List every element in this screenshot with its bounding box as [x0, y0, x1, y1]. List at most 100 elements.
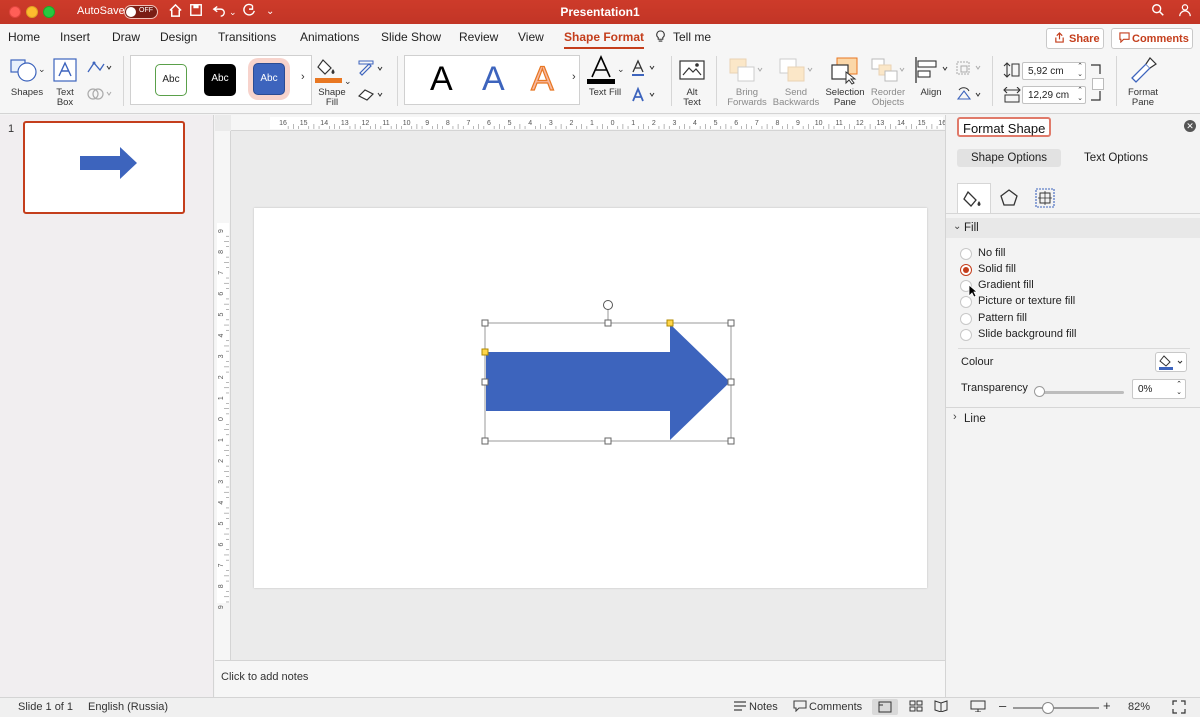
shape-width-input[interactable]: 12,29 cm ⌃ ⌄ — [1022, 86, 1086, 104]
tab-shape-format[interactable]: Shape Format — [564, 30, 645, 49]
zoom-slider-knob[interactable] — [1042, 702, 1054, 714]
slide-canvas[interactable] — [254, 208, 927, 588]
notes-toggle[interactable]: Notes — [749, 701, 778, 713]
height-stepper-icon[interactable]: ⌃ ⌄ — [1077, 63, 1083, 79]
resize-handle-mr[interactable] — [727, 378, 735, 386]
size-properties-tab[interactable] — [1027, 183, 1061, 213]
selection-pane-icon[interactable] — [831, 57, 859, 88]
undo-icon[interactable] — [211, 3, 227, 21]
slideshow-icon[interactable] — [970, 700, 986, 715]
home-icon[interactable] — [168, 3, 183, 22]
shape-height-input[interactable]: 5,92 cm ⌃ ⌄ — [1022, 62, 1086, 80]
redo-icon[interactable] — [242, 3, 256, 21]
shape-style-outline[interactable]: Abc — [155, 64, 187, 96]
edit-shape-icon[interactable] — [86, 60, 112, 79]
fit-slide-icon[interactable] — [1172, 700, 1186, 717]
resize-handle-tl[interactable] — [481, 319, 489, 327]
line-section-header[interactable]: › Line — [946, 409, 1200, 429]
rotate-icon[interactable] — [955, 87, 985, 106]
text-fill-icon[interactable] — [587, 55, 615, 88]
account-icon[interactable] — [1178, 3, 1192, 21]
undo-dropdown-icon[interactable]: ⌄ — [229, 3, 237, 21]
alt-text-icon[interactable] — [679, 58, 705, 87]
rotation-handle[interactable] — [603, 300, 613, 310]
tab-slide-show[interactable]: Slide Show — [381, 30, 441, 44]
zoom-in-icon[interactable]: + — [1103, 698, 1111, 713]
transparency-slider-track[interactable] — [1038, 391, 1124, 394]
wordart-style-black[interactable]: A — [430, 60, 453, 99]
tab-text-options[interactable]: Text Options — [1063, 149, 1169, 167]
shape-fill-dropdown-icon[interactable]: ⌄ — [344, 76, 352, 86]
tab-tell-me[interactable]: Tell me — [673, 30, 711, 44]
language-indicator[interactable]: English (Russia) — [88, 701, 168, 713]
autosave-toggle[interactable]: OFF — [124, 5, 158, 19]
adjust-handle-shaft[interactable] — [481, 348, 489, 356]
normal-view-button[interactable] — [872, 699, 898, 715]
zoom-window-button[interactable] — [43, 6, 55, 18]
align-icon[interactable] — [914, 56, 950, 87]
close-window-button[interactable] — [9, 6, 21, 18]
resize-handle-br[interactable] — [727, 437, 735, 445]
resize-handle-tc[interactable] — [604, 319, 612, 327]
slide-sorter-icon[interactable] — [909, 700, 923, 715]
tab-insert[interactable]: Insert — [60, 30, 90, 44]
notes-pane[interactable]: Click to add notes — [215, 660, 945, 697]
arrow-shape[interactable] — [486, 324, 730, 440]
width-stepper-icon[interactable]: ⌃ ⌄ — [1077, 87, 1083, 103]
customize-toolbar-icon[interactable]: ⌄ — [266, 3, 274, 21]
transparency-slider-knob[interactable] — [1034, 386, 1045, 397]
resize-handle-ml[interactable] — [481, 378, 489, 386]
tab-animations[interactable]: Animations — [300, 30, 359, 44]
shapes-dropdown-icon[interactable]: ⌄ — [38, 64, 46, 74]
bring-forwards-icon[interactable] — [729, 58, 763, 87]
text-box-icon[interactable] — [53, 58, 77, 85]
shape-effects-icon[interactable] — [357, 86, 385, 105]
gallery-right-chevron-icon[interactable]: › — [301, 72, 305, 83]
transparency-stepper-icon[interactable]: ⌃ ⌄ — [1176, 381, 1182, 397]
resize-handle-tr[interactable] — [727, 319, 735, 327]
minimize-window-button[interactable] — [26, 6, 38, 18]
resize-handle-bl[interactable] — [481, 437, 489, 445]
wordart-right-chevron-icon[interactable]: › — [572, 72, 576, 83]
tab-shape-options[interactable]: Shape Options — [957, 149, 1061, 167]
zoom-slider-track[interactable] — [1013, 707, 1099, 709]
reading-view-icon[interactable] — [934, 700, 948, 715]
tab-view[interactable]: View — [518, 30, 544, 44]
send-backwards-icon[interactable] — [779, 58, 813, 87]
text-effects-icon[interactable] — [631, 86, 659, 107]
shapes-icon[interactable] — [10, 58, 40, 87]
shape-style-dark[interactable]: Abc — [204, 64, 236, 96]
group-icon[interactable] — [955, 60, 985, 79]
text-outline-icon[interactable] — [631, 59, 659, 80]
tab-home[interactable]: Home — [8, 30, 40, 44]
share-button[interactable]: Share — [1046, 28, 1104, 49]
fill-line-tab[interactable] — [957, 183, 991, 213]
effects-tab[interactable] — [992, 183, 1026, 213]
wordart-style-orange[interactable]: A — [530, 59, 554, 99]
adjust-handle-head[interactable] — [666, 319, 674, 327]
tab-transitions[interactable]: Transitions — [218, 30, 276, 44]
zoom-out-icon[interactable]: – — [999, 698, 1006, 713]
tab-draw[interactable]: Draw — [112, 30, 140, 44]
tab-review[interactable]: Review — [459, 30, 498, 44]
text-fill-dropdown-icon[interactable]: ⌄ — [617, 64, 625, 74]
format-pane-icon[interactable] — [1128, 56, 1158, 87]
transparency-input[interactable]: 0% ⌃ ⌄ — [1132, 379, 1186, 399]
close-icon[interactable]: ✕ — [1184, 120, 1196, 132]
shape-fill-icon[interactable] — [315, 56, 343, 87]
comments-toggle[interactable]: Comments — [809, 701, 862, 713]
search-icon[interactable] — [1151, 3, 1165, 21]
colour-picker-button[interactable] — [1155, 352, 1187, 372]
reorder-objects-icon[interactable] — [871, 58, 905, 87]
comments-button[interactable]: Comments — [1111, 28, 1193, 49]
tab-design[interactable]: Design — [160, 30, 197, 44]
shape-style-blue-selected[interactable]: Abc — [253, 63, 285, 95]
shape-outline-icon[interactable] — [357, 60, 385, 79]
resize-handle-bc[interactable] — [604, 437, 612, 445]
save-icon[interactable] — [189, 3, 203, 21]
slide-thumbnail[interactable] — [23, 121, 185, 214]
merge-shapes-icon[interactable] — [86, 86, 112, 105]
fill-section-header[interactable]: ⌄ Fill — [946, 218, 1200, 238]
wordart-style-blue[interactable]: A — [482, 60, 505, 99]
zoom-level[interactable]: 82% — [1128, 701, 1150, 713]
